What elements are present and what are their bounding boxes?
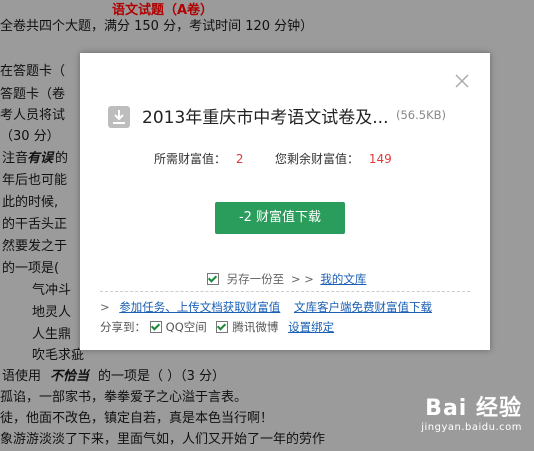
file-download-icon xyxy=(107,105,131,129)
document-line: 象游游淡淡了下来，里面气如，人们又开始了一年的劳作 xyxy=(0,432,326,447)
required-wealth-value: 2 xyxy=(235,152,244,166)
document-line: 人生鼎 xyxy=(32,327,72,342)
document-line: 注音 xyxy=(2,151,29,166)
share-settings-link[interactable]: 设置绑定 xyxy=(288,320,334,334)
share-weibo[interactable]: 腾讯微博 xyxy=(216,320,282,334)
download-button[interactable]: -2 财富值下载 xyxy=(215,202,345,234)
document-line: 考人员将试 xyxy=(0,108,66,123)
save-arrow: > > xyxy=(290,272,314,286)
required-wealth-label: 所需财富值： xyxy=(154,152,227,166)
save-copy-row: 另存一份至 > > 我的文库 xyxy=(207,271,366,287)
share-qzone-label: QQ空间 xyxy=(165,320,207,334)
document-line: 然要发之于 xyxy=(2,239,68,254)
dialog-divider xyxy=(100,291,470,292)
document-line: 有误 xyxy=(27,151,54,166)
document-line: 全卷共四个大题，满分 150 分，考试时间 120 分钟） xyxy=(0,19,314,34)
file-title: 2013年重庆市中考语文试卷及... xyxy=(142,108,389,128)
download-dialog: 2013年重庆市中考语文试卷及... (56.5KB) 所需财富值： 2 您剩余… xyxy=(80,53,490,350)
share-weibo-checkbox[interactable] xyxy=(216,321,229,333)
tasks-row: > 参加任务、上传文档获取财富值 文库客户端免费财富值下载 xyxy=(100,299,432,315)
task-link[interactable]: 参加任务、上传文档获取财富值 xyxy=(119,300,280,314)
document-line: 吹毛求疵 xyxy=(32,348,85,363)
save-copy-checkbox[interactable] xyxy=(207,273,219,285)
my-library-link[interactable]: 我的文库 xyxy=(320,272,366,286)
remaining-wealth-value: 149 xyxy=(368,152,392,166)
watermark-url: jingyan.baidu.com xyxy=(421,422,522,433)
tasks-bullet: > xyxy=(100,300,110,314)
document-line: 年后也可能 xyxy=(2,173,68,188)
document-line: 的 xyxy=(55,151,69,166)
share-label: 分享到： xyxy=(100,320,146,334)
remaining-wealth-label: 您剩余财富值： xyxy=(275,152,360,166)
document-line: 气冲斗 xyxy=(32,283,72,298)
document-line: 地灵人 xyxy=(32,305,72,320)
document-line: 的干舌头正 xyxy=(2,217,68,232)
baidu-jingyan-watermark: Bai 经验 jingyan.baidu.com xyxy=(421,390,522,433)
document-line: 不恰当 xyxy=(50,369,90,384)
document-line: 的一项是（ ）（3 分） xyxy=(98,369,226,384)
save-copy-label: 另存一份至 xyxy=(226,272,285,286)
client-download-link[interactable]: 文库客户端免费财富值下载 xyxy=(294,300,432,314)
document-line: （30 分） xyxy=(0,129,60,144)
close-button[interactable] xyxy=(454,73,470,89)
document-line: 语使用 xyxy=(2,369,42,384)
document-line: 在答题卡（ xyxy=(0,64,66,79)
file-size: (56.5KB) xyxy=(396,108,447,122)
watermark-brand: Bai 经验 xyxy=(425,396,522,421)
remaining-wealth: 您剩余财富值： 149 xyxy=(275,150,392,167)
share-qzone[interactable]: QQ空间 xyxy=(149,320,211,334)
document-line: 徒，他面不改色，镇定自若，真是本色当行啊！ xyxy=(0,411,274,426)
required-wealth: 所需财富值： 2 xyxy=(154,150,243,167)
share-weibo-label: 腾讯微博 xyxy=(232,320,279,334)
document-line: 此的时候, xyxy=(2,195,59,210)
share-row: 分享到： QQ空间 腾讯微博 设置绑定 xyxy=(100,319,334,335)
share-qzone-checkbox[interactable] xyxy=(149,321,162,333)
document-line: 答题卡（卷 xyxy=(0,87,66,102)
document-line: 的一项是( xyxy=(2,261,60,276)
close-icon xyxy=(455,74,469,88)
document-line: 孤谄，一部家书，拳拳爱子之心溢于言表。 xyxy=(0,390,248,405)
